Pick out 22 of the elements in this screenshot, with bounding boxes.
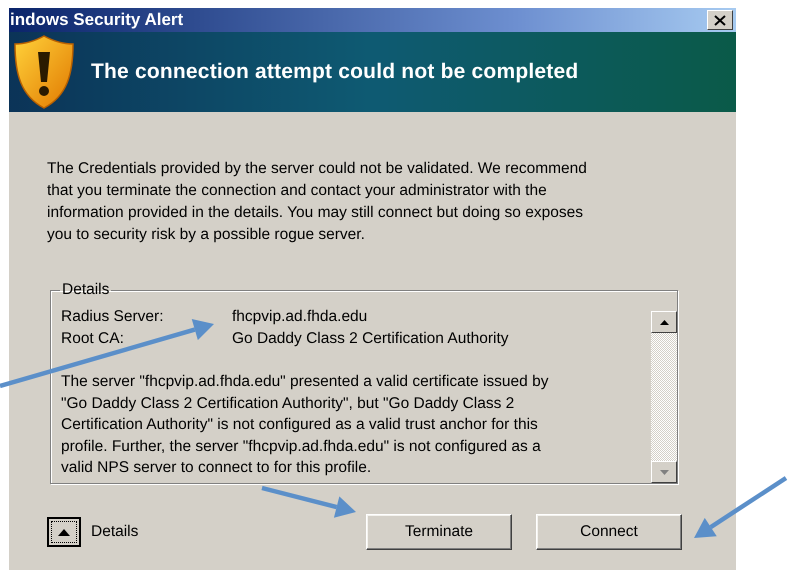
close-icon (714, 14, 726, 26)
field-label: Radius Server: (61, 307, 165, 327)
field-value: Go Daddy Class 2 Certification Authority (232, 328, 510, 348)
field-label: Root CA: (61, 328, 125, 348)
scroll-up-button[interactable] (651, 311, 677, 333)
details-toggle-button[interactable] (47, 517, 81, 547)
up-triangle-icon (58, 528, 70, 536)
details-text: The server "fhcpvip.ad.fhda.edu" presented a valid certificate issued by "Go Daddy Class 2 Certification Authority", but "Go Daddy Class 2 Certification Authority" is not configured as a valid trust anchor for this profile. Further, the server "fhcpvip.ad.fhda.edu" is not configured as a valid NPS server to connect to for this profile. (61, 372, 550, 478)
connect-button[interactable]: Connect (536, 514, 682, 550)
toggle-label: Details (91, 523, 140, 541)
window-title: indows Security Alert (10, 10, 184, 30)
scrollbar[interactable] (651, 311, 677, 483)
terminate-button[interactable]: Terminate (366, 514, 512, 550)
close-button[interactable] (707, 10, 733, 30)
alert-heading: The connection attempt could not be completed (91, 60, 578, 84)
alert-message: The Credentials provided by the server could not be validated. We recommend that you terminate the connection and contact your administrator with the information provided in the details. You may still connect but doing so exposes you to security risk by a possible rogue server. (47, 159, 588, 245)
field-value: fhcpvip.ad.fhda.edu (232, 307, 368, 327)
shield-warning-icon (13, 34, 75, 110)
up-arrow-icon (660, 320, 668, 324)
scroll-down-button[interactable] (651, 461, 677, 483)
down-arrow-icon (660, 470, 668, 474)
group-legend: Details (60, 281, 112, 299)
